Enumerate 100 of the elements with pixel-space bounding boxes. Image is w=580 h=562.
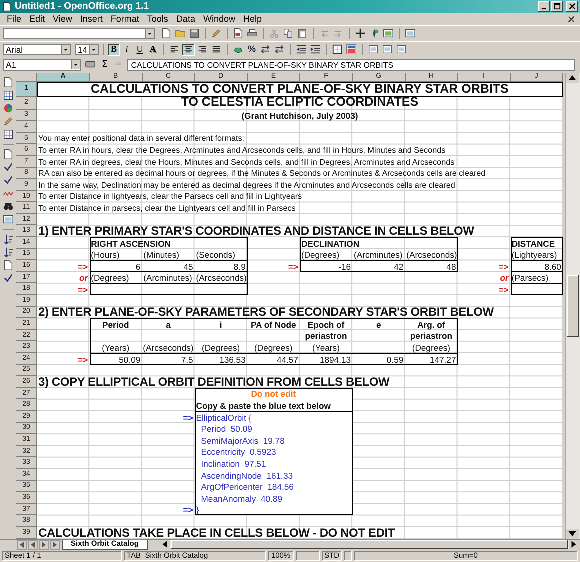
check-icon[interactable] [2, 162, 14, 173]
unit-label: (Years) [312, 343, 340, 354]
maximize-button[interactable] [551, 1, 563, 12]
next-icon[interactable] [50, 540, 60, 550]
crosshair-icon[interactable] [355, 28, 366, 40]
copy-icon[interactable] [283, 28, 294, 40]
code-line: Eccentricity 0.5923 [201, 447, 276, 458]
menu-item[interactable]: Format [106, 14, 144, 24]
group-label: DISTANCE [512, 238, 556, 249]
table-icon[interactable] [2, 128, 14, 140]
font-size-field[interactable]: 14 [75, 44, 99, 56]
arrows-icon[interactable] [260, 44, 272, 56]
layers-icon[interactable] [382, 44, 394, 56]
dropdown-button[interactable] [61, 45, 70, 54]
indent-icon[interactable] [296, 44, 308, 56]
arrows-icon[interactable] [274, 44, 286, 56]
instruction-text: To enter RA in degrees, clear the Hours, Minutes and Seconds cells, and fill in Degrees, Arcminutes and Arcseconds [38, 158, 455, 168]
dropdown-button[interactable] [89, 45, 98, 54]
scroll-thumb[interactable] [567, 274, 579, 337]
scroll-left-icon[interactable] [160, 540, 170, 550]
caret-icon [63, 46, 69, 53]
scroll-up-icon[interactable] [566, 72, 580, 83]
text-style-button[interactable]: U [134, 44, 146, 56]
previous-icon[interactable] [28, 540, 38, 550]
caret-icon [73, 62, 79, 68]
color-icon[interactable] [346, 44, 358, 56]
printer-icon[interactable] [247, 28, 258, 40]
page-icon[interactable] [2, 260, 14, 271]
layers-icon[interactable] [368, 44, 380, 56]
percent-button[interactable]: % [246, 44, 258, 56]
menu-item[interactable]: Edit [26, 14, 50, 24]
close-button[interactable] [566, 1, 578, 12]
page-icon[interactable] [2, 76, 14, 88]
cell-reference-field[interactable]: A1 [3, 58, 81, 71]
column-label: Arg. of [418, 320, 446, 330]
section-heading: CALCULATIONS TAKE PLACE IN CELLS BELOW - DO NOT EDIT [38, 526, 395, 539]
dropdown-button[interactable] [71, 60, 80, 70]
previous-icon[interactable] [17, 540, 27, 550]
sort-icon[interactable] [2, 246, 14, 258]
pencil-icon[interactable] [2, 116, 14, 127]
column-label: Epoch of [308, 320, 345, 330]
chart-icon[interactable] [2, 102, 14, 114]
formula-button[interactable]: Σ [100, 60, 110, 70]
page-icon[interactable] [161, 28, 172, 40]
url-field[interactable] [3, 28, 155, 40]
menu-item[interactable]: Data [172, 14, 200, 24]
clipboard-icon[interactable] [297, 28, 308, 40]
sheet-title: CALCULATIONS TO CONVERT PLANE-OF-SKY BINARY STAR ORBITS [91, 84, 509, 95]
check-icon[interactable] [2, 174, 14, 186]
code-line: SemiMajorAxis 19.78 [201, 436, 285, 446]
text-style-button[interactable]: i [121, 44, 133, 56]
cell-value: 44.57 [276, 354, 298, 365]
function-wizard-icon[interactable] [85, 59, 96, 70]
pencil-icon[interactable] [211, 28, 222, 40]
window-icon[interactable] [405, 28, 416, 40]
cell-value: 45 [184, 262, 194, 272]
unit-label: (Degrees) [202, 343, 240, 354]
status-panel [344, 550, 352, 561]
indent-icon[interactable] [310, 44, 322, 56]
cell-value: 6 [136, 262, 141, 272]
sort-icon[interactable] [2, 234, 14, 245]
close-icon[interactable] [568, 16, 575, 23]
layers-icon[interactable] [396, 44, 408, 56]
font-name-field[interactable]: Arial [3, 44, 71, 56]
align-button[interactable] [182, 44, 195, 56]
next-icon[interactable] [39, 540, 49, 550]
border-icon[interactable] [332, 44, 344, 56]
author-credit: (Grant Hutchison, July 2003) [242, 111, 358, 122]
caret-icon [147, 30, 153, 37]
cell-value: 7.5 [181, 354, 194, 365]
menu-item[interactable]: View [49, 14, 76, 24]
menu-item[interactable]: Tools [143, 14, 172, 24]
vertical-scrollbar[interactable] [565, 72, 580, 539]
menu-item[interactable]: Window [199, 14, 240, 24]
column-label: e [376, 320, 382, 330]
minimize-button[interactable] [538, 1, 550, 12]
window-icon[interactable] [2, 214, 14, 225]
document-icon[interactable] [233, 28, 244, 40]
menu-item[interactable]: Help [239, 14, 266, 24]
maximize-icon [554, 3, 560, 10]
text-style-button[interactable]: B [108, 44, 120, 56]
column-label: periastron [305, 331, 348, 342]
or-label: or [500, 273, 509, 284]
image-icon[interactable] [383, 28, 394, 40]
grid-icon[interactable] [2, 90, 14, 101]
unit-label: (Arcminutes) [354, 250, 403, 260]
scroll-down-icon[interactable] [566, 528, 580, 539]
text-style-button[interactable]: A [147, 44, 159, 56]
check-icon[interactable] [2, 272, 14, 284]
binoculars-icon[interactable] [2, 200, 14, 212]
column-label: periastron [410, 331, 452, 342]
scroll-right-icon[interactable] [569, 540, 579, 550]
unit-label: (Lightyears) [512, 250, 558, 260]
dropdown-button[interactable] [145, 29, 154, 38]
formula-input[interactable]: CALCULATIONS TO CONVERT PLANE-OF-SKY BINARY STAR ORBITS [127, 58, 575, 71]
menu-item[interactable]: File [3, 14, 26, 24]
code-line: AscendingNode 161.33 [201, 470, 294, 481]
page-icon[interactable] [2, 148, 14, 160]
unit-label: (Arcseconds) [143, 343, 194, 354]
menu-item[interactable]: Insert [76, 14, 107, 24]
